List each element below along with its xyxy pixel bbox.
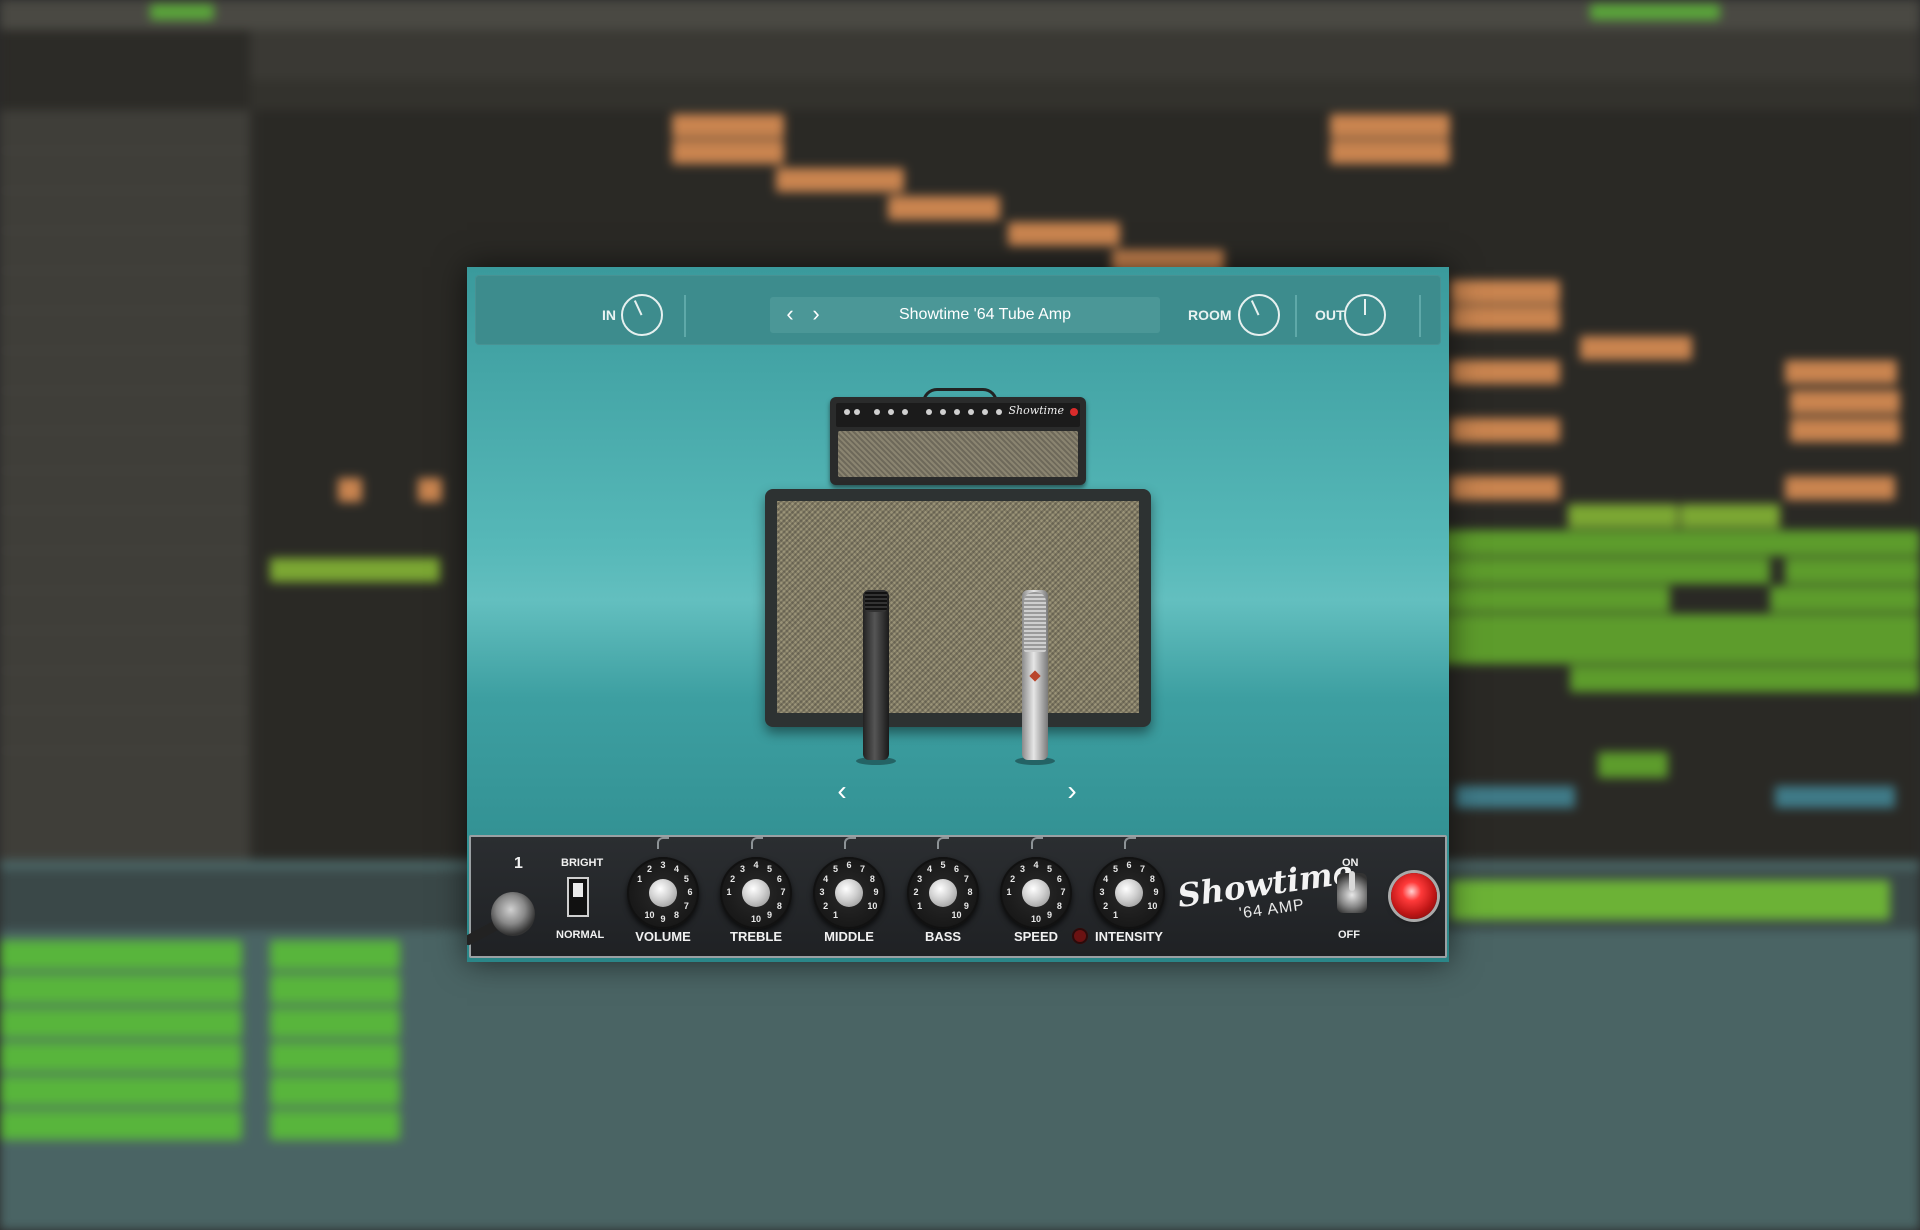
volume-knob[interactable]: 1 2 3 4 5 6 7 8 9 10 — [627, 857, 699, 929]
pad-column — [0, 940, 130, 1144]
clip — [1440, 614, 1920, 664]
bright-switch[interactable] — [567, 877, 589, 917]
clip — [1440, 586, 1670, 612]
clip — [1785, 476, 1895, 500]
arrangement-markers — [250, 80, 1920, 110]
clip — [1450, 418, 1560, 442]
middle-knob[interactable]: 1 2 3 4 5 6 7 8 9 10 — [813, 857, 885, 929]
clip — [1455, 786, 1575, 808]
normal-label: NORMAL — [556, 929, 605, 941]
amp-head-jewel — [1070, 408, 1078, 416]
intensity-label: INTENSITY — [1095, 929, 1163, 944]
off-label: OFF — [1338, 929, 1360, 941]
preset-selector[interactable]: ‹ › Showtime '64 Tube Amp — [770, 297, 1160, 333]
clip — [1568, 504, 1678, 528]
preset-name[interactable]: Showtime '64 Tube Amp — [810, 297, 1160, 333]
clip — [1450, 476, 1560, 500]
output-meter — [1419, 295, 1421, 337]
speed-knob[interactable]: 1 2 3 4 5 6 7 8 9 10 — [1000, 857, 1072, 929]
pad-column — [270, 940, 400, 1144]
clip — [1775, 786, 1895, 808]
amp-plugin-window: IN ‹ › Showtime '64 Tube Amp ROOM OUT Sh… — [467, 267, 1449, 962]
speed-label: SPEED — [1013, 929, 1059, 944]
middle-label: MIDDLE — [824, 929, 874, 944]
clip — [1785, 558, 1920, 584]
track-headers — [0, 110, 250, 860]
clip — [1450, 360, 1560, 384]
amp-control-panel: 1 BRIGHT NORMAL 1 2 3 4 5 6 7 8 9 10 1 2 3 4 5 6 7 8 9 10 1 2… — [467, 835, 1447, 958]
power-jewel-light[interactable] — [1391, 873, 1437, 919]
plugin-header: IN ‹ › Showtime '64 Tube Amp ROOM OUT — [475, 275, 1441, 345]
vibrato-led — [1072, 928, 1088, 944]
daw-topbar-badge — [150, 4, 214, 20]
clip — [1680, 504, 1780, 528]
clip — [672, 140, 784, 164]
clip — [418, 478, 442, 502]
clip — [1790, 418, 1900, 442]
amp-head: Showtime — [830, 397, 1086, 485]
clip — [1440, 530, 1920, 556]
clip — [672, 114, 784, 138]
power-toggle-switch[interactable] — [1337, 871, 1367, 913]
prev-preset-button[interactable]: ‹ — [778, 303, 802, 327]
timeline-ruler — [250, 30, 1920, 80]
header-meter — [684, 295, 686, 337]
clip — [1785, 360, 1897, 384]
speaker-cabinet — [765, 489, 1151, 727]
clip — [776, 168, 904, 192]
pad-column — [112, 940, 242, 1144]
amp-head-grille — [838, 431, 1078, 477]
clip — [1330, 114, 1450, 138]
clip — [1450, 306, 1560, 330]
amp-head-logo: Showtime — [1008, 404, 1064, 417]
clip — [1440, 558, 1770, 584]
in-label: IN — [602, 307, 616, 323]
clip — [1580, 336, 1692, 360]
chevron-right-icon[interactable]: › — [1057, 777, 1087, 807]
channel-number: 1 — [514, 855, 523, 872]
treble-label: TREBLE — [730, 929, 782, 944]
chevron-left-icon[interactable]: ‹ — [827, 777, 857, 807]
clip — [1330, 140, 1450, 164]
output-gain-knob[interactable] — [1344, 294, 1386, 336]
clip — [1598, 752, 1668, 778]
header-divider — [1295, 295, 1297, 337]
intensity-knob[interactable]: 1 2 3 4 5 6 7 8 9 10 — [1093, 857, 1165, 929]
input-jack[interactable] — [491, 892, 535, 936]
mixer-strip — [1450, 880, 1890, 920]
bright-label: BRIGHT — [561, 857, 604, 869]
clip — [1570, 666, 1920, 692]
dynamic-microphone[interactable] — [863, 590, 889, 760]
condenser-microphone[interactable] — [1022, 590, 1048, 760]
cabinet-grille — [777, 501, 1139, 713]
clip — [888, 196, 1000, 220]
clip — [1008, 222, 1120, 246]
clip — [1790, 390, 1900, 414]
input-gain-knob[interactable] — [621, 294, 663, 336]
bass-knob[interactable]: 1 2 3 4 5 6 7 8 9 10 — [907, 857, 979, 929]
room-label: ROOM — [1188, 307, 1232, 323]
clip — [1770, 586, 1920, 612]
clip — [338, 478, 362, 502]
out-label: OUT — [1315, 307, 1345, 323]
treble-knob[interactable]: 1 2 3 4 5 6 7 8 9 10 — [720, 857, 792, 929]
volume-label: VOLUME — [635, 929, 691, 944]
room-knob[interactable] — [1238, 294, 1280, 336]
daw-topbar-badge — [1590, 4, 1720, 20]
clip — [1450, 280, 1560, 304]
bass-label: BASS — [924, 929, 962, 944]
clip — [270, 558, 440, 582]
on-label: ON — [1342, 857, 1359, 869]
